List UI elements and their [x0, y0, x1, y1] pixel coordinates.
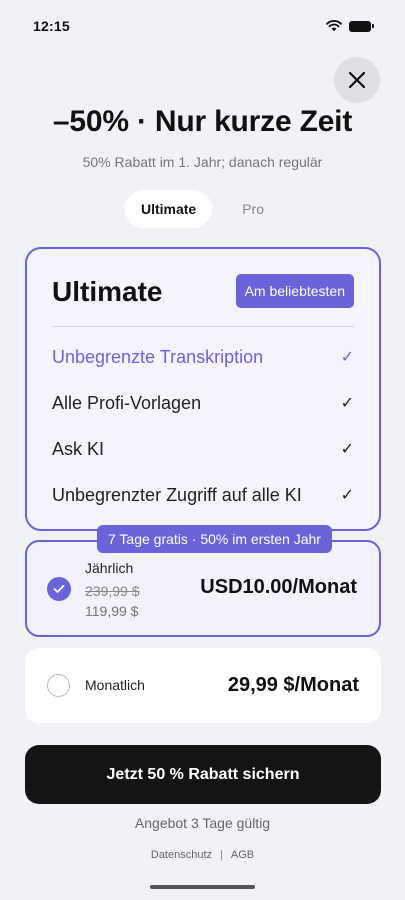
yearly-old-price: 239,99 $ — [85, 583, 140, 599]
status-bar: 12:15 — [0, 0, 405, 52]
feature-item: Ask KI ✓ — [52, 434, 354, 464]
feature-label: Unbegrenzte Transkription — [52, 346, 264, 367]
check-icon: ✓ — [340, 487, 354, 504]
tab-pro[interactable]: Pro — [226, 190, 280, 228]
page-subtitle: 50% Rabatt im 1. Jahr; danach regulär — [82, 154, 323, 170]
monthly-price: 29,99 $/Monat — [227, 674, 359, 696]
radio-unselected[interactable] — [47, 674, 70, 697]
feature-label: Ask KI — [52, 438, 105, 459]
feature-label: Unbegrenzter Zugriff auf alle KI — [52, 484, 302, 505]
check-icon: ✓ — [340, 441, 354, 458]
footer-separator: | — [220, 849, 223, 861]
popular-badge: Am beliebtesten — [235, 274, 354, 308]
yearly-label: Jährlich — [85, 560, 134, 576]
feature-label: Alle Profi-Vorlagen — [52, 392, 202, 413]
plan-title: Ultimate — [52, 276, 163, 307]
yearly-option[interactable]: Jährlich 239,99 $ 119,99 $ USD10.00/Mona… — [25, 540, 381, 637]
monthly-option[interactable]: Monatlich 29,99 $/Monat — [25, 648, 381, 723]
check-icon — [53, 584, 65, 593]
page-title: –50% · Nur kurze Zeit — [52, 105, 353, 138]
yearly-new-price: 119,99 $ — [85, 603, 139, 619]
cta-button[interactable]: Jetzt 50 % Rabatt sichern — [25, 745, 381, 804]
monthly-label: Monatlich — [85, 677, 145, 693]
feature-item: Alle Profi-Vorlagen ✓ — [52, 388, 354, 418]
radio-selected[interactable] — [47, 577, 71, 601]
check-icon: ✓ — [340, 349, 354, 366]
plan-card: Ultimate Am beliebtesten Unbegrenzte Tra… — [25, 247, 381, 531]
check-icon: ✓ — [340, 395, 354, 412]
footer-links: Datenschutz | AGB — [0, 849, 405, 861]
battery-icon — [349, 20, 374, 32]
feature-item: Unbegrenzter Zugriff auf alle KI ✓ — [52, 480, 354, 510]
feature-item: Unbegrenzte Transkription ✓ — [52, 342, 354, 372]
wifi-icon — [326, 20, 342, 32]
offer-badge: 7 Tage gratis · 50% im ersten Jahr — [97, 525, 332, 553]
yearly-price: USD10.00/Monat — [200, 576, 357, 598]
status-time: 12:15 — [33, 18, 70, 34]
home-indicator — [150, 885, 255, 889]
terms-link[interactable]: AGB — [231, 849, 254, 861]
close-button[interactable] — [334, 57, 380, 103]
close-icon — [348, 71, 366, 89]
tab-ultimate[interactable]: Ultimate — [124, 190, 213, 228]
offer-validity-note: Angebot 3 Tage gültig — [134, 815, 271, 831]
plan-divider — [52, 326, 354, 327]
plan-tabs: Ultimate Pro — [0, 190, 405, 228]
privacy-link[interactable]: Datenschutz — [151, 849, 212, 861]
status-icons — [326, 20, 374, 32]
